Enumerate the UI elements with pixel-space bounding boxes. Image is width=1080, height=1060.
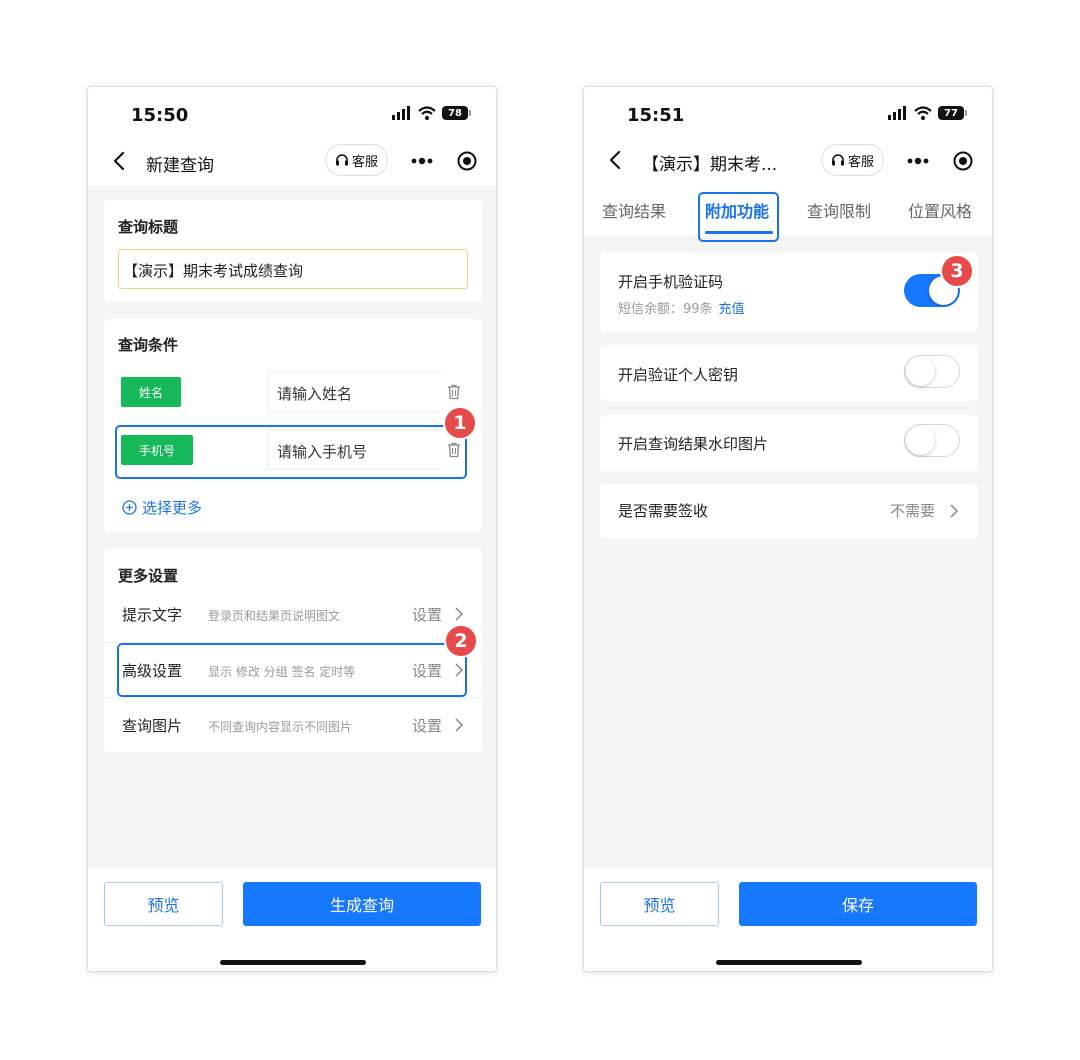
select-more-button[interactable]: 选择更多	[122, 497, 202, 518]
sms-balance: 短信余额：99条 充值	[618, 302, 745, 317]
step-badge-3: 3	[940, 254, 974, 288]
query-title-input[interactable]: 【演示】期末考试成绩查询	[118, 249, 468, 289]
feature-watermark: 开启查询结果水印图片	[600, 415, 978, 471]
page-title: 新建查询	[146, 156, 214, 176]
settings-row-hint-text[interactable]: 提示文字 登录页和结果页说明图文 设置	[104, 587, 482, 641]
headset-icon	[335, 154, 348, 166]
feature-watermark-label: 开启查询结果水印图片	[618, 435, 769, 453]
page-title: 【演示】期末考...	[642, 155, 778, 175]
step-badge-1: 1	[443, 406, 477, 440]
trash-icon[interactable]	[447, 384, 461, 400]
feature-sign-receipt[interactable]: 是否需要签收 不需要	[600, 484, 978, 538]
back-icon[interactable]	[108, 149, 132, 173]
status-time: 15:51	[627, 105, 685, 126]
feature-personal-key: 开启验证个人密钥	[600, 345, 978, 401]
tab-bar: 查询结果 附加功能 查询限制 位置风格	[584, 185, 992, 235]
phone-screen-extra-features: 15:51 77 【演示】期末考... 客服 查询结果 附加功能 查询限制 位置…	[583, 86, 993, 972]
customer-service-button[interactable]: 客服	[821, 144, 884, 176]
feature-key-label: 开启验证个人密钥	[618, 366, 739, 384]
highlight-phone-condition	[115, 425, 467, 479]
customer-service-label: 客服	[847, 154, 874, 170]
wifi-icon	[914, 106, 932, 120]
wifi-icon	[418, 106, 436, 120]
tab-query-limits[interactable]: 查询限制	[807, 198, 871, 222]
status-bar: 15:51 77	[584, 87, 992, 139]
battery-icon: 77	[938, 106, 967, 120]
nav-bar: 新建查询 客服	[88, 139, 496, 185]
plus-circle-icon	[122, 500, 137, 515]
status-bar: 15:50 78	[88, 87, 496, 139]
phone-screen-new-query: 15:50 78 新建查询 客服 查询标题 【演示】期末考试成绩查询 查询条件 …	[87, 86, 497, 972]
more-dots-icon[interactable]	[410, 151, 434, 171]
record-icon[interactable]	[456, 150, 478, 172]
more-dots-icon[interactable]	[906, 151, 930, 171]
bottom-action-bar: 预览 保存	[584, 869, 992, 971]
step-badge-2: 2	[444, 624, 478, 658]
bottom-action-bar: 预览 生成查询	[88, 869, 496, 971]
condition-input-name[interactable]: 请输入姓名	[267, 372, 441, 412]
condition-tag-name[interactable]: 姓名	[121, 377, 181, 407]
tab-query-result[interactable]: 查询结果	[602, 198, 666, 222]
query-title-card: 查询标题 【演示】期末考试成绩查询	[104, 200, 482, 302]
query-title-heading: 查询标题	[118, 218, 179, 236]
preview-button[interactable]: 预览	[104, 882, 223, 926]
chevron-right-icon	[455, 718, 464, 732]
highlight-advanced-settings	[117, 643, 467, 697]
signal-icon	[392, 106, 410, 120]
recharge-link[interactable]: 充值	[719, 302, 745, 317]
feature-sms-verification: 开启手机验证码 短信余额：99条 充值	[600, 253, 978, 331]
tab-position-style[interactable]: 位置风格	[908, 198, 972, 222]
generate-query-button[interactable]: 生成查询	[243, 882, 481, 926]
status-time: 15:50	[131, 105, 189, 126]
chevron-right-icon	[950, 504, 959, 518]
personal-key-toggle[interactable]	[904, 355, 960, 388]
save-button[interactable]: 保存	[739, 882, 977, 926]
feature-sms-label: 开启手机验证码	[618, 273, 724, 291]
more-settings-heading: 更多设置	[118, 567, 179, 585]
preview-button[interactable]: 预览	[600, 882, 719, 926]
watermark-toggle[interactable]	[904, 424, 960, 457]
customer-service-button[interactable]: 客服	[325, 144, 388, 176]
back-icon[interactable]	[604, 148, 628, 172]
chevron-right-icon	[455, 607, 464, 621]
query-conditions-heading: 查询条件	[118, 336, 179, 354]
nav-bar: 【演示】期末考... 客服	[584, 139, 992, 185]
home-indicator	[220, 960, 366, 965]
feature-sign-label: 是否需要签收	[618, 502, 709, 520]
battery-icon: 78	[442, 106, 471, 120]
sign-receipt-value: 不需要	[890, 502, 936, 520]
select-more-label: 选择更多	[142, 499, 203, 517]
settings-row-query-image[interactable]: 查询图片 不同查询内容显示不同图片 设置	[104, 697, 482, 751]
highlight-extra-features-tab	[698, 192, 779, 242]
home-indicator	[716, 960, 862, 965]
customer-service-label: 客服	[351, 154, 378, 170]
headset-icon	[831, 154, 844, 166]
signal-icon	[888, 106, 906, 120]
record-icon[interactable]	[952, 150, 974, 172]
